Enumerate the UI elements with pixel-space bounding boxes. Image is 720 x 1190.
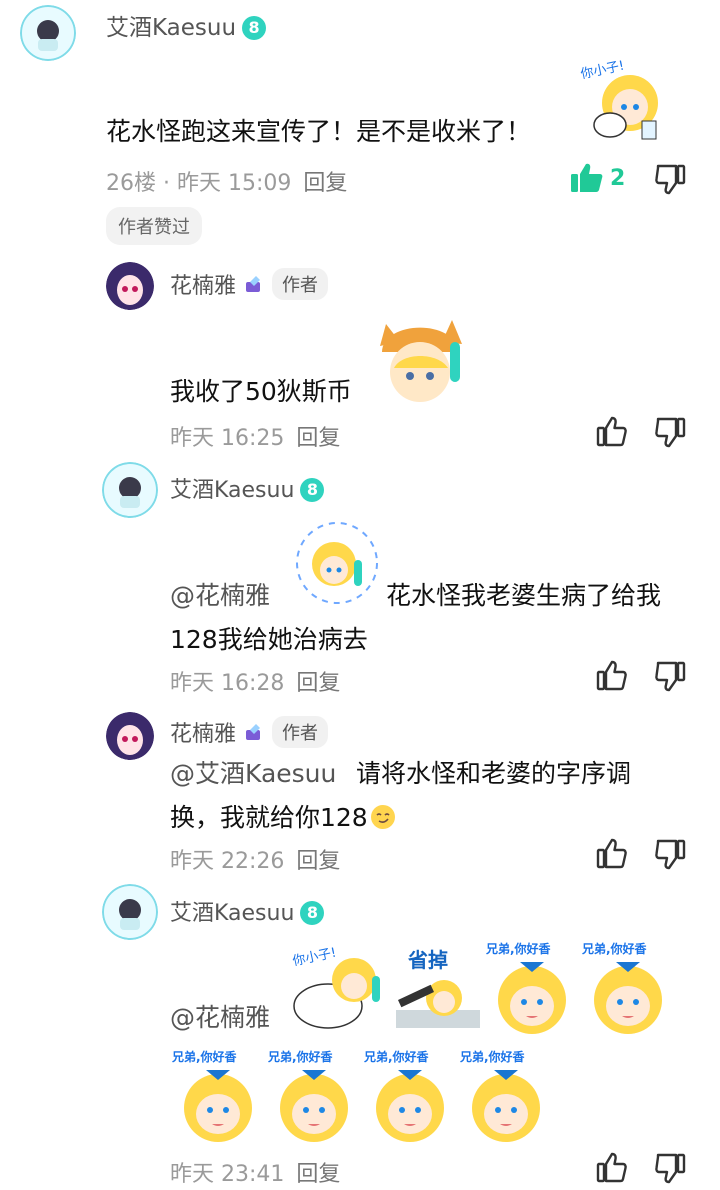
sticker [372,312,472,408]
thumb-down-icon [655,661,686,692]
reply-button[interactable]: 回复 [296,426,340,451]
sticker: 兄弟,你好香 [458,1048,554,1144]
dislike-button[interactable] [654,838,686,874]
comment-username[interactable]: 艾酒Kaesuu 8 [106,8,267,42]
thumb-up-icon [596,660,627,691]
thumb-up-icon [596,838,627,869]
like-button[interactable] [596,660,628,696]
comment-meta: 26楼 · 昨天 15:09 回复 [106,165,347,197]
avatar[interactable] [106,262,154,310]
mention-link[interactable]: @花楠雅 [170,574,270,618]
sticker [294,520,380,606]
author-badge: 作者 [272,268,329,300]
like-button[interactable] [596,416,628,452]
dislike-button[interactable] [654,416,686,452]
thumb-down-icon [655,839,686,870]
sticker: 你小子! [579,55,670,145]
mention-link[interactable]: @艾酒Kaesuu [170,752,336,796]
sticker: 兄弟,你好香 [362,1048,458,1144]
level-badge-icon: 8 [300,900,325,925]
comment-timestamp: 26楼 · 昨天 15:09 [106,171,292,196]
sticker: 兄弟,你好香 [266,1048,362,1144]
username-text[interactable]: 花楠雅 [170,274,236,299]
comment-username[interactable]: 艾酒Kaesuu 8 [170,472,325,504]
thumb-down-icon [655,164,686,195]
dislike-button[interactable] [654,660,686,696]
sticker: 你小子! [290,940,386,1036]
reply-button[interactable]: 回复 [303,171,347,196]
comment-username[interactable]: 艾酒Kaesuu 8 [170,895,325,927]
sticker-caption: 兄弟,你好香 [172,1050,237,1064]
sticker: 兄弟,你好香 [484,940,580,1036]
sticker-caption: 兄弟,你好香 [268,1050,333,1064]
like-button[interactable] [596,838,628,874]
comment-timestamp: 昨天 22:26 [170,849,285,874]
author-liked-chip: 作者赞过 [106,207,202,245]
thumb-up-icon [596,1152,627,1183]
pin-icon [246,724,261,740]
sticker-caption: 兄弟,你好香 [582,942,647,956]
sticker-caption: 兄弟,你好香 [460,1050,525,1064]
comment-meta: 昨天 22:26 回复 [170,843,340,875]
author-badge: 作者 [272,716,329,748]
comment-text: 换，我就给你128 [170,796,396,840]
comment-text-line: 换，我就给你128 [170,803,368,832]
sticker-caption: 兄弟,你好香 [486,942,551,956]
comment-meta: 昨天 23:41 回复 [170,1156,340,1188]
level-badge-icon: 8 [242,15,267,40]
reply-button[interactable]: 回复 [296,1162,340,1187]
thumb-up-icon [596,416,627,447]
comment-username[interactable]: 花楠雅 作者 [170,716,329,748]
username-text[interactable]: 艾酒Kaesuu [170,901,294,926]
comment-text: 花水怪跑这来宣传了！是不是收米了！ [106,117,532,146]
reply-button[interactable]: 回复 [296,849,340,874]
dislike-button[interactable] [654,1152,686,1188]
like-button[interactable] [596,1152,628,1188]
avatar[interactable] [20,5,76,61]
sticker: 兄弟,你好香 [580,940,676,1036]
comment-timestamp: 昨天 16:28 [170,671,285,696]
comment-username[interactable]: 花楠雅 作者 [170,268,329,300]
username-text[interactable]: 艾酒Kaesuu [106,15,236,41]
thumb-down-icon [655,1153,686,1184]
comment-meta: 昨天 16:25 回复 [170,420,340,452]
avatar[interactable] [102,884,158,940]
comment-meta: 昨天 16:28 回复 [170,665,340,697]
mention-link[interactable]: @花楠雅 [170,996,270,1040]
avatar[interactable] [102,462,158,518]
sticker: 省掉 [388,940,484,1036]
thumb-up-icon [571,163,603,192]
comment-text: 128我给她治病去 [170,625,368,654]
comment-timestamp: 昨天 16:25 [170,426,285,451]
sticker: 兄弟,你好香 [170,1048,266,1144]
thumb-down-icon [655,417,686,448]
smug-face-icon [370,805,395,829]
comment-text: 花水怪我老婆生病了给我 [386,581,662,610]
dislike-button[interactable] [654,163,686,199]
like-button[interactable]: 2 [570,162,625,194]
username-text[interactable]: 艾酒Kaesuu [170,478,294,503]
reply-button[interactable]: 回复 [296,671,340,696]
comment-text: 请将水怪和老婆的字序调 [356,759,632,788]
sticker-caption: 省掉 [408,948,448,972]
avatar[interactable] [106,712,154,760]
sticker-caption: 兄弟,你好香 [364,1050,429,1064]
comment-text: 我收了50狄斯币 [170,377,352,406]
pin-icon [246,276,261,292]
username-text[interactable]: 花楠雅 [170,722,236,747]
level-badge-icon: 8 [300,477,325,502]
like-count: 2 [610,165,626,191]
comment-timestamp: 昨天 23:41 [170,1162,285,1187]
